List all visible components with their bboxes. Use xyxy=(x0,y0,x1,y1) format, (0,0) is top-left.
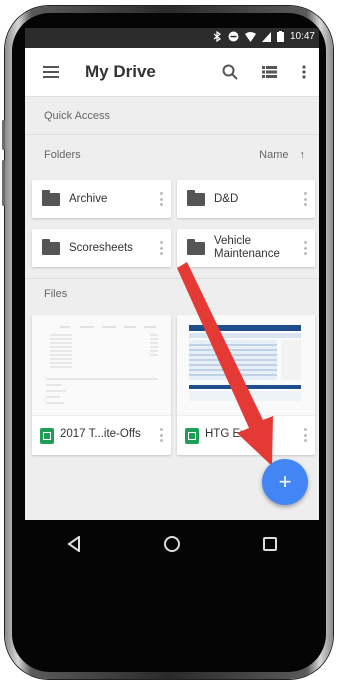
phone-screen: 10:47 My Drive Quick Access Folders Name… xyxy=(25,28,319,520)
annotation-arrow xyxy=(177,262,273,466)
recents-button[interactable] xyxy=(221,520,319,568)
navigation-bar xyxy=(25,520,319,568)
volume-button xyxy=(2,160,5,206)
back-button[interactable] xyxy=(25,520,123,568)
new-button[interactable]: + xyxy=(262,459,308,505)
recents-icon xyxy=(263,537,277,551)
home-icon xyxy=(164,536,180,552)
back-icon xyxy=(67,536,80,552)
volume-button xyxy=(2,120,5,150)
home-button[interactable] xyxy=(123,520,221,568)
